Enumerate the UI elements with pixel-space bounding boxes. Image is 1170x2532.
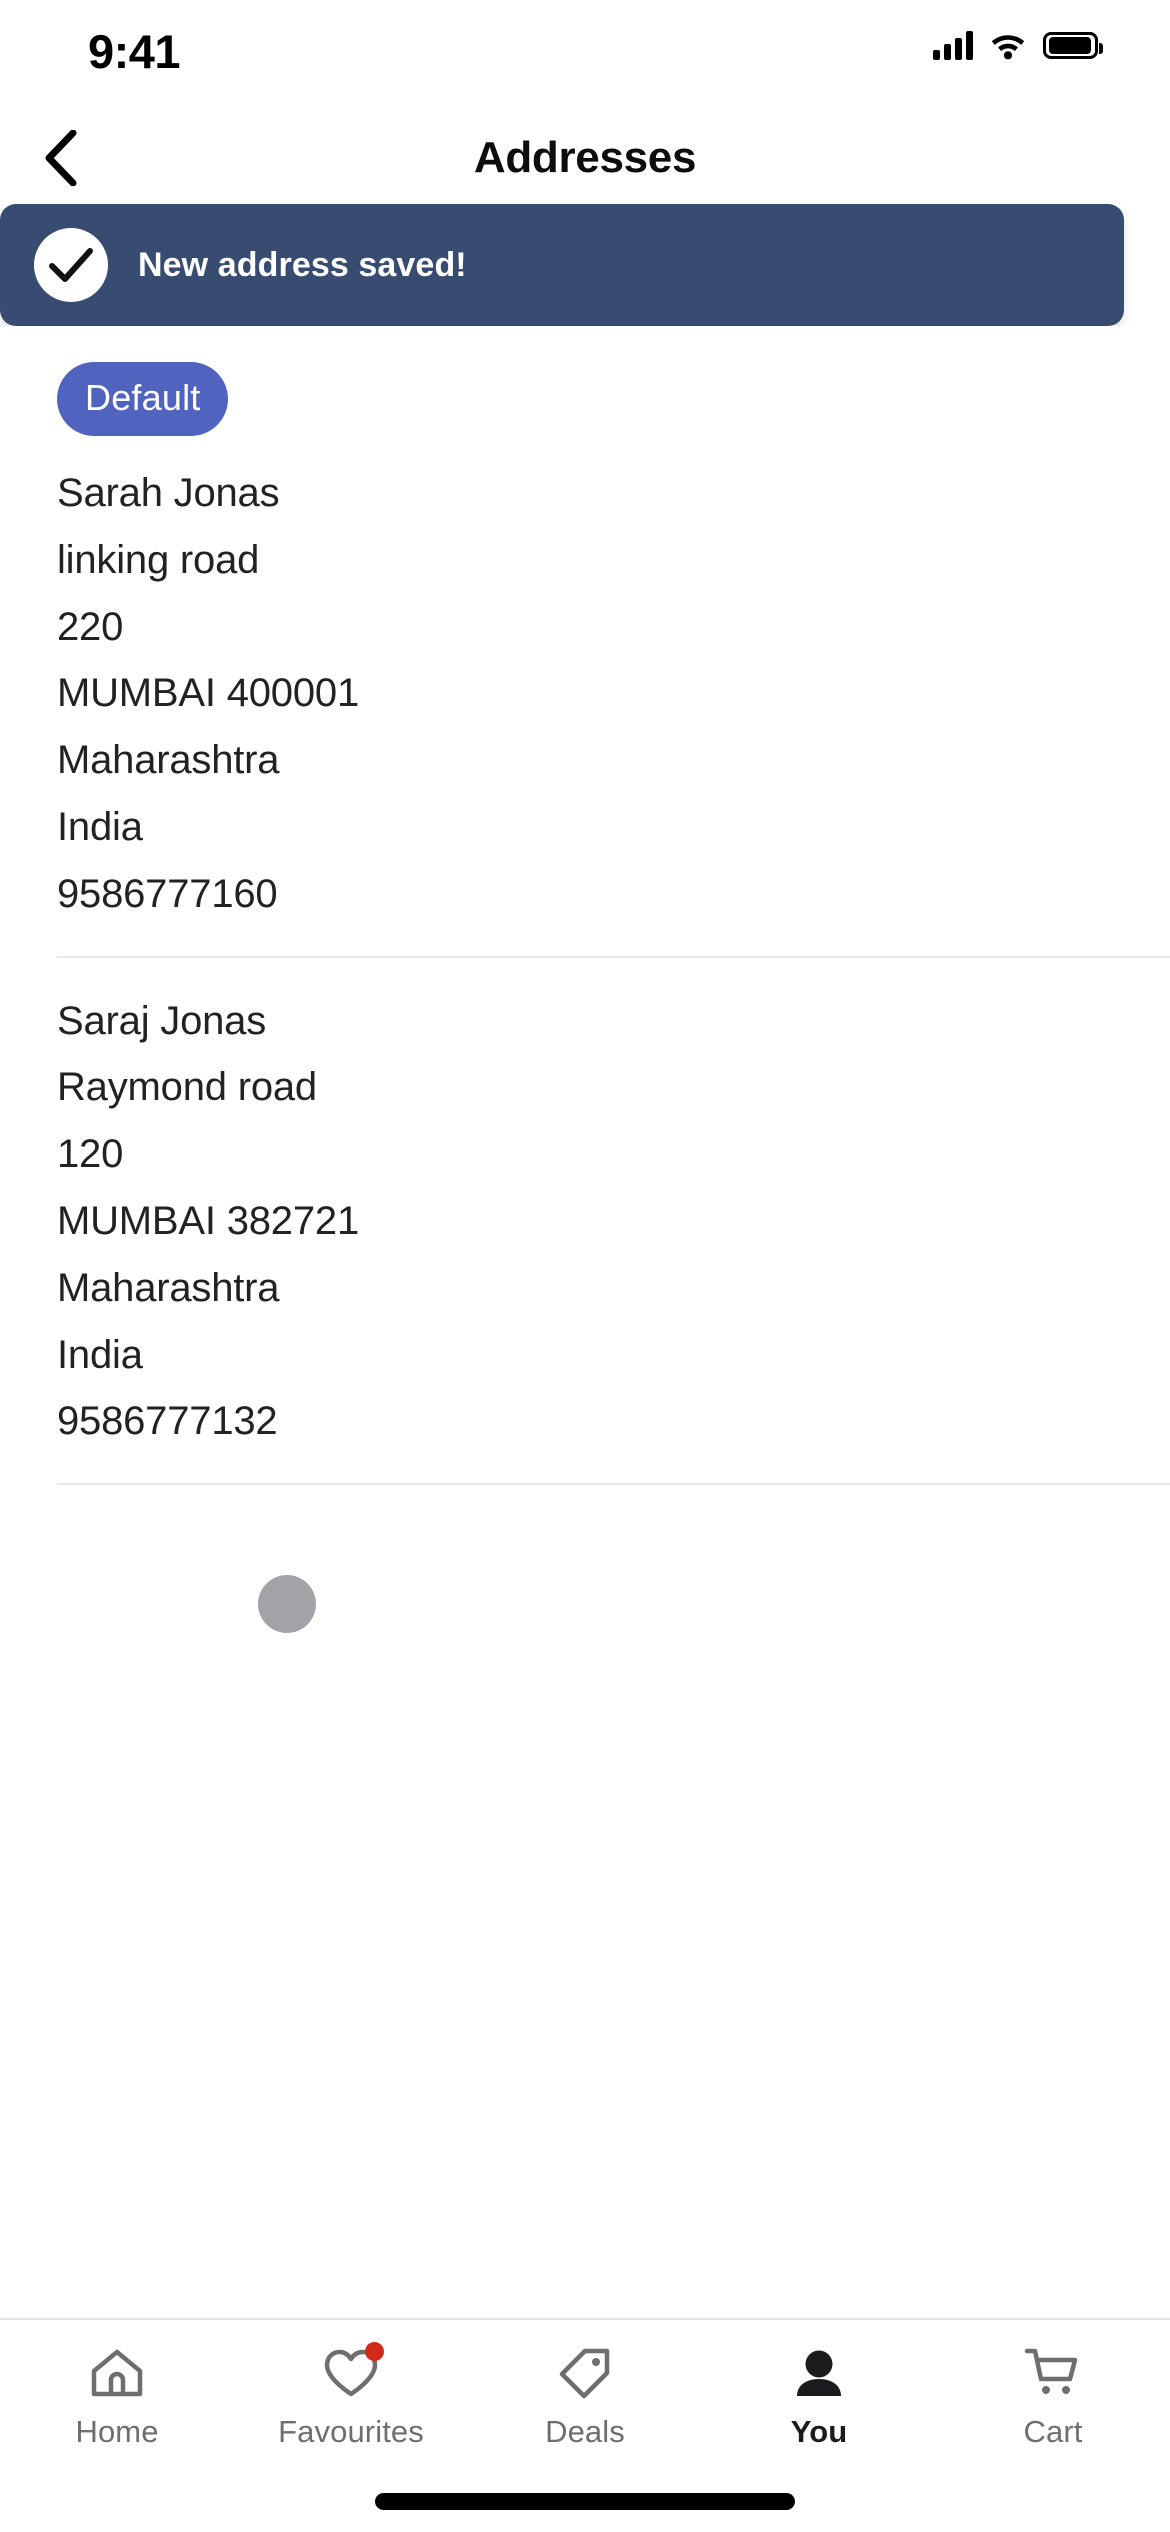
battery-full-icon bbox=[1043, 31, 1103, 59]
tag-icon bbox=[554, 2344, 616, 2402]
status-bar: 9:41 bbox=[0, 0, 1170, 118]
address-line: Raymond road bbox=[57, 1065, 317, 1110]
loading-dot bbox=[258, 1575, 316, 1633]
tab-you[interactable]: You bbox=[702, 2344, 936, 2450]
address-line: MUMBAI 382721 bbox=[57, 1198, 359, 1243]
address-line: linking road bbox=[57, 537, 260, 582]
address-line: Saraj Jonas bbox=[57, 998, 267, 1043]
home-indicator-area bbox=[0, 2470, 1170, 2532]
address-line: 120 bbox=[57, 1132, 124, 1177]
status-bar-icons bbox=[933, 30, 1103, 60]
notification-badge bbox=[365, 2342, 384, 2361]
tab-cart[interactable]: Cart bbox=[936, 2344, 1170, 2450]
address-list: Default Sarah Jonas linking road 220 MUM… bbox=[0, 326, 1170, 2318]
home-icon bbox=[86, 2344, 148, 2402]
address-badge-row: Default bbox=[0, 362, 1170, 436]
toast-container: New address saved! bbox=[0, 204, 1170, 352]
status-badge: Default bbox=[57, 362, 229, 436]
tab-label: Home bbox=[75, 2414, 159, 2449]
tab-label: Cart bbox=[1023, 2414, 1083, 2449]
navigation-bar: Addresses bbox=[0, 118, 1170, 198]
address-card[interactable]: Sarah Jonas linking road 220 MUMBAI 4000… bbox=[0, 436, 1170, 956]
cart-icon bbox=[1022, 2344, 1084, 2402]
address-line: 9586777132 bbox=[57, 1399, 278, 1444]
list-divider bbox=[57, 1483, 1170, 1486]
person-icon bbox=[788, 2344, 850, 2402]
address-line: India bbox=[57, 804, 143, 849]
check-circle-icon bbox=[34, 228, 108, 302]
status-bar-time: 9:41 bbox=[88, 25, 181, 78]
tab-favourites[interactable]: Favourites bbox=[234, 2342, 468, 2450]
address-line: Sarah Jonas bbox=[57, 471, 280, 515]
home-indicator[interactable] bbox=[375, 2492, 795, 2510]
toast-notification[interactable]: New address saved! bbox=[0, 204, 1124, 326]
tab-home[interactable]: Home bbox=[0, 2344, 234, 2450]
chevron-left-icon bbox=[43, 130, 77, 186]
page-title: Addresses bbox=[473, 133, 697, 182]
address-line: Maharashtra bbox=[57, 738, 280, 783]
toast-message: New address saved! bbox=[138, 245, 467, 284]
tab-deals[interactable]: Deals bbox=[468, 2344, 702, 2450]
signal-bars-icon bbox=[933, 30, 973, 60]
address-line: 9586777160 bbox=[57, 871, 278, 916]
address-line: 220 bbox=[57, 604, 124, 649]
back-button[interactable] bbox=[20, 118, 100, 198]
address-line: India bbox=[57, 1332, 143, 1377]
tab-label: You bbox=[790, 2414, 848, 2449]
address-line: MUMBAI 400001 bbox=[57, 671, 359, 716]
app-screen: 9:41 Addresses New address saved! Defaul… bbox=[0, 0, 1170, 2532]
wifi-icon bbox=[989, 30, 1027, 60]
tab-label: Favourites bbox=[278, 2414, 424, 2449]
address-line: Maharashtra bbox=[57, 1265, 280, 1310]
address-card[interactable]: Saraj Jonas Raymond road 120 MUMBAI 3827… bbox=[0, 958, 1170, 1484]
bottom-tab-bar: Home Favourites Deals You Cart bbox=[0, 2318, 1170, 2470]
tab-label: Deals bbox=[545, 2414, 625, 2449]
heart-icon bbox=[320, 2342, 384, 2402]
